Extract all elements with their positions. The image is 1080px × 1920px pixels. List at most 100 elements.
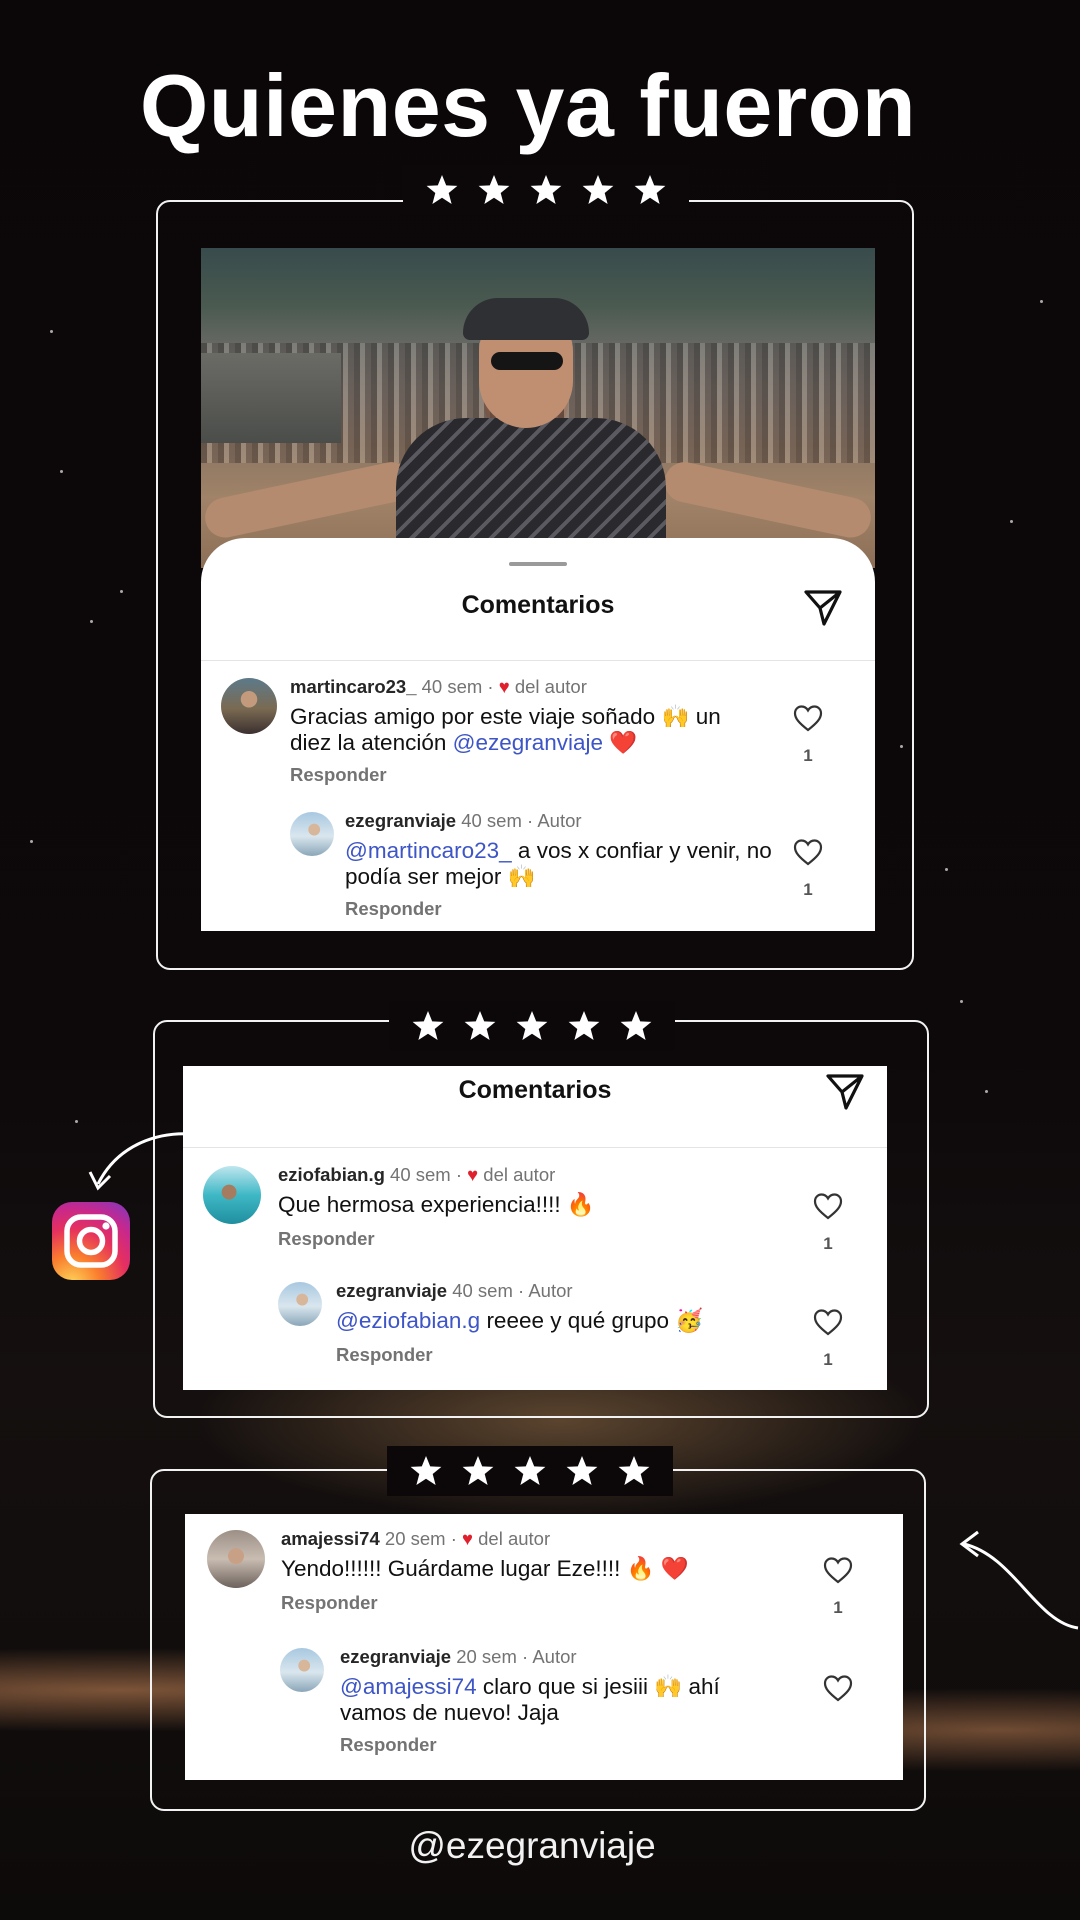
- star-icon: [582, 175, 614, 204]
- username[interactable]: eziofabian.g: [278, 1164, 385, 1185]
- author-heart-icon: ♥: [462, 1528, 473, 1549]
- comment-text: Yendo!!!!!! Guárdame lugar Eze!!!! 🔥 ❤️: [281, 1556, 801, 1582]
- star-icon: [618, 1456, 650, 1485]
- mention-link[interactable]: @amajessi74: [340, 1674, 477, 1699]
- comment-text-part: reeee y qué grupo 🥳: [480, 1308, 704, 1333]
- timestamp: 20 sem ·: [379, 1528, 463, 1549]
- like-count: 1: [823, 1234, 833, 1253]
- star-rating-3: [387, 1446, 673, 1496]
- star-icon: [464, 1011, 496, 1040]
- mention-link[interactable]: @eziofabian.g: [336, 1308, 480, 1333]
- star-icon: [530, 175, 562, 204]
- comment-item: martincaro23_ 40 sem · ♥ del autor Gracia…: [201, 674, 875, 804]
- timestamp: 40 sem ·: [447, 1280, 529, 1301]
- comment-item: amajessi74 20 sem · ♥ del autor Yendo!!!!…: [185, 1526, 903, 1656]
- username[interactable]: ezegranviaje: [340, 1646, 451, 1667]
- send-icon[interactable]: [802, 586, 844, 628]
- like-count: 1: [803, 880, 813, 899]
- star-icon: [568, 1011, 600, 1040]
- reply-button[interactable]: Responder: [281, 1592, 378, 1614]
- author-heart-icon: ♥: [467, 1164, 479, 1185]
- avatar[interactable]: [203, 1166, 261, 1224]
- comment-meta: ezegranviaje 40 sem · Autor: [345, 810, 582, 832]
- avatar[interactable]: [290, 812, 334, 856]
- reply-button[interactable]: Responder: [336, 1344, 433, 1366]
- like-count: 1: [833, 1598, 843, 1617]
- drag-handle[interactable]: [509, 562, 567, 566]
- footer-handle: @ezegranviaje: [408, 1825, 656, 1866]
- like-heart-icon[interactable]: [823, 1674, 853, 1702]
- author-tag: Autor: [528, 1280, 573, 1301]
- star-icon: [514, 1456, 546, 1485]
- comment-text: @amajessi74 claro que si jesiii 🙌 ahí va…: [340, 1674, 790, 1726]
- comments-sheet-1: Comentarios martincaro23_ 40 sem · ♥ del…: [201, 538, 875, 931]
- reply-button[interactable]: Responder: [340, 1734, 437, 1756]
- author-tag: del autor: [509, 676, 587, 697]
- avatar[interactable]: [221, 678, 277, 734]
- avatar[interactable]: [280, 1648, 324, 1692]
- star-icon: [566, 1456, 598, 1485]
- like-heart-icon[interactable]: [813, 1308, 843, 1336]
- comment-text-part: ❤️: [603, 730, 638, 755]
- comment-item: ezegranviaje 20 sem · Autor @amajessi74 c…: [185, 1644, 903, 1774]
- mention-link[interactable]: @ezegranviaje: [453, 730, 603, 755]
- username[interactable]: ezegranviaje: [345, 810, 456, 831]
- timestamp: 40 sem ·: [384, 1164, 468, 1185]
- username[interactable]: amajessi74: [281, 1528, 380, 1549]
- comment-meta: eziofabian.g 40 sem · ♥ del autor: [278, 1164, 555, 1186]
- instagram-logo-icon[interactable]: [52, 1202, 130, 1280]
- author-tag: del autor: [478, 1164, 556, 1185]
- username[interactable]: martincaro23_: [290, 676, 416, 697]
- page-title: Quienes ya fueron: [139, 56, 917, 155]
- comments-title: Comentarios: [458, 1076, 612, 1104]
- traveler-photo: [201, 248, 875, 568]
- comment-item: ezegranviaje 40 sem · Autor @martincaro23…: [201, 808, 875, 931]
- comments-sheet-3: amajessi74 20 sem · ♥ del autor Yendo!!!!…: [185, 1514, 903, 1780]
- star-icon: [620, 1011, 652, 1040]
- star-rating-2: [389, 1001, 675, 1051]
- timestamp: 40 sem ·: [456, 810, 538, 831]
- timestamp: 20 sem ·: [451, 1646, 533, 1667]
- reply-button[interactable]: Responder: [290, 764, 387, 786]
- send-icon[interactable]: [824, 1070, 866, 1112]
- username[interactable]: ezegranviaje: [336, 1280, 447, 1301]
- avatar[interactable]: [278, 1282, 322, 1326]
- curved-arrow-left: [88, 1132, 193, 1191]
- comment-text-part: Yendo!!!!!! Guárdame lugar Eze!!!! 🔥 ❤️: [281, 1556, 689, 1581]
- star-icon: [412, 1011, 444, 1040]
- comment-text: @eziofabian.g reeee y qué grupo 🥳: [336, 1308, 806, 1334]
- comment-item: eziofabian.g 40 sem · ♥ del autor Que her…: [183, 1162, 887, 1292]
- comments-title: Comentarios: [461, 591, 615, 619]
- like-heart-icon[interactable]: [793, 838, 823, 866]
- like-heart-icon[interactable]: [793, 704, 823, 732]
- star-icon: [516, 1011, 548, 1040]
- author-heart-icon: ♥: [498, 676, 510, 697]
- curved-arrow-right: [959, 1530, 1079, 1630]
- star-icon: [634, 175, 666, 204]
- author-tag: del autor: [473, 1528, 551, 1549]
- comment-meta: ezegranviaje 40 sem · Autor: [336, 1280, 573, 1302]
- star-icon: [462, 1456, 494, 1485]
- comment-meta: ezegranviaje 20 sem · Autor: [340, 1646, 577, 1668]
- star-rating-1: [403, 165, 689, 215]
- comment-text: Que hermosa experiencia!!!! 🔥: [278, 1192, 798, 1218]
- like-heart-icon[interactable]: [823, 1556, 853, 1584]
- reply-button[interactable]: Responder: [278, 1228, 375, 1250]
- author-tag: Autor: [532, 1646, 577, 1667]
- comment-text-part: Que hermosa experiencia!!!! 🔥: [278, 1192, 595, 1217]
- star-icon: [478, 175, 510, 204]
- star-icon: [426, 175, 458, 204]
- comment-item: ezegranviaje 40 sem · Autor @eziofabian.g…: [183, 1278, 887, 1390]
- star-icon: [410, 1456, 442, 1485]
- comment-text: @martincaro23_ a vos x confiar y venir, …: [345, 838, 775, 890]
- comment-meta: martincaro23_ 40 sem · ♥ del autor: [290, 676, 587, 698]
- like-count: 1: [823, 1350, 833, 1369]
- comment-text: Gracias amigo por este viaje soñado 🙌 un…: [290, 704, 760, 756]
- like-heart-icon[interactable]: [813, 1192, 843, 1220]
- timestamp: 40 sem ·: [416, 676, 499, 697]
- author-tag: Autor: [537, 810, 582, 831]
- reply-button[interactable]: Responder: [345, 898, 442, 920]
- avatar[interactable]: [207, 1530, 265, 1588]
- comments-sheet-2: Comentarios eziofabian.g 40 sem · ♥ del …: [183, 1066, 887, 1390]
- mention-link[interactable]: @martincaro23_: [345, 838, 512, 863]
